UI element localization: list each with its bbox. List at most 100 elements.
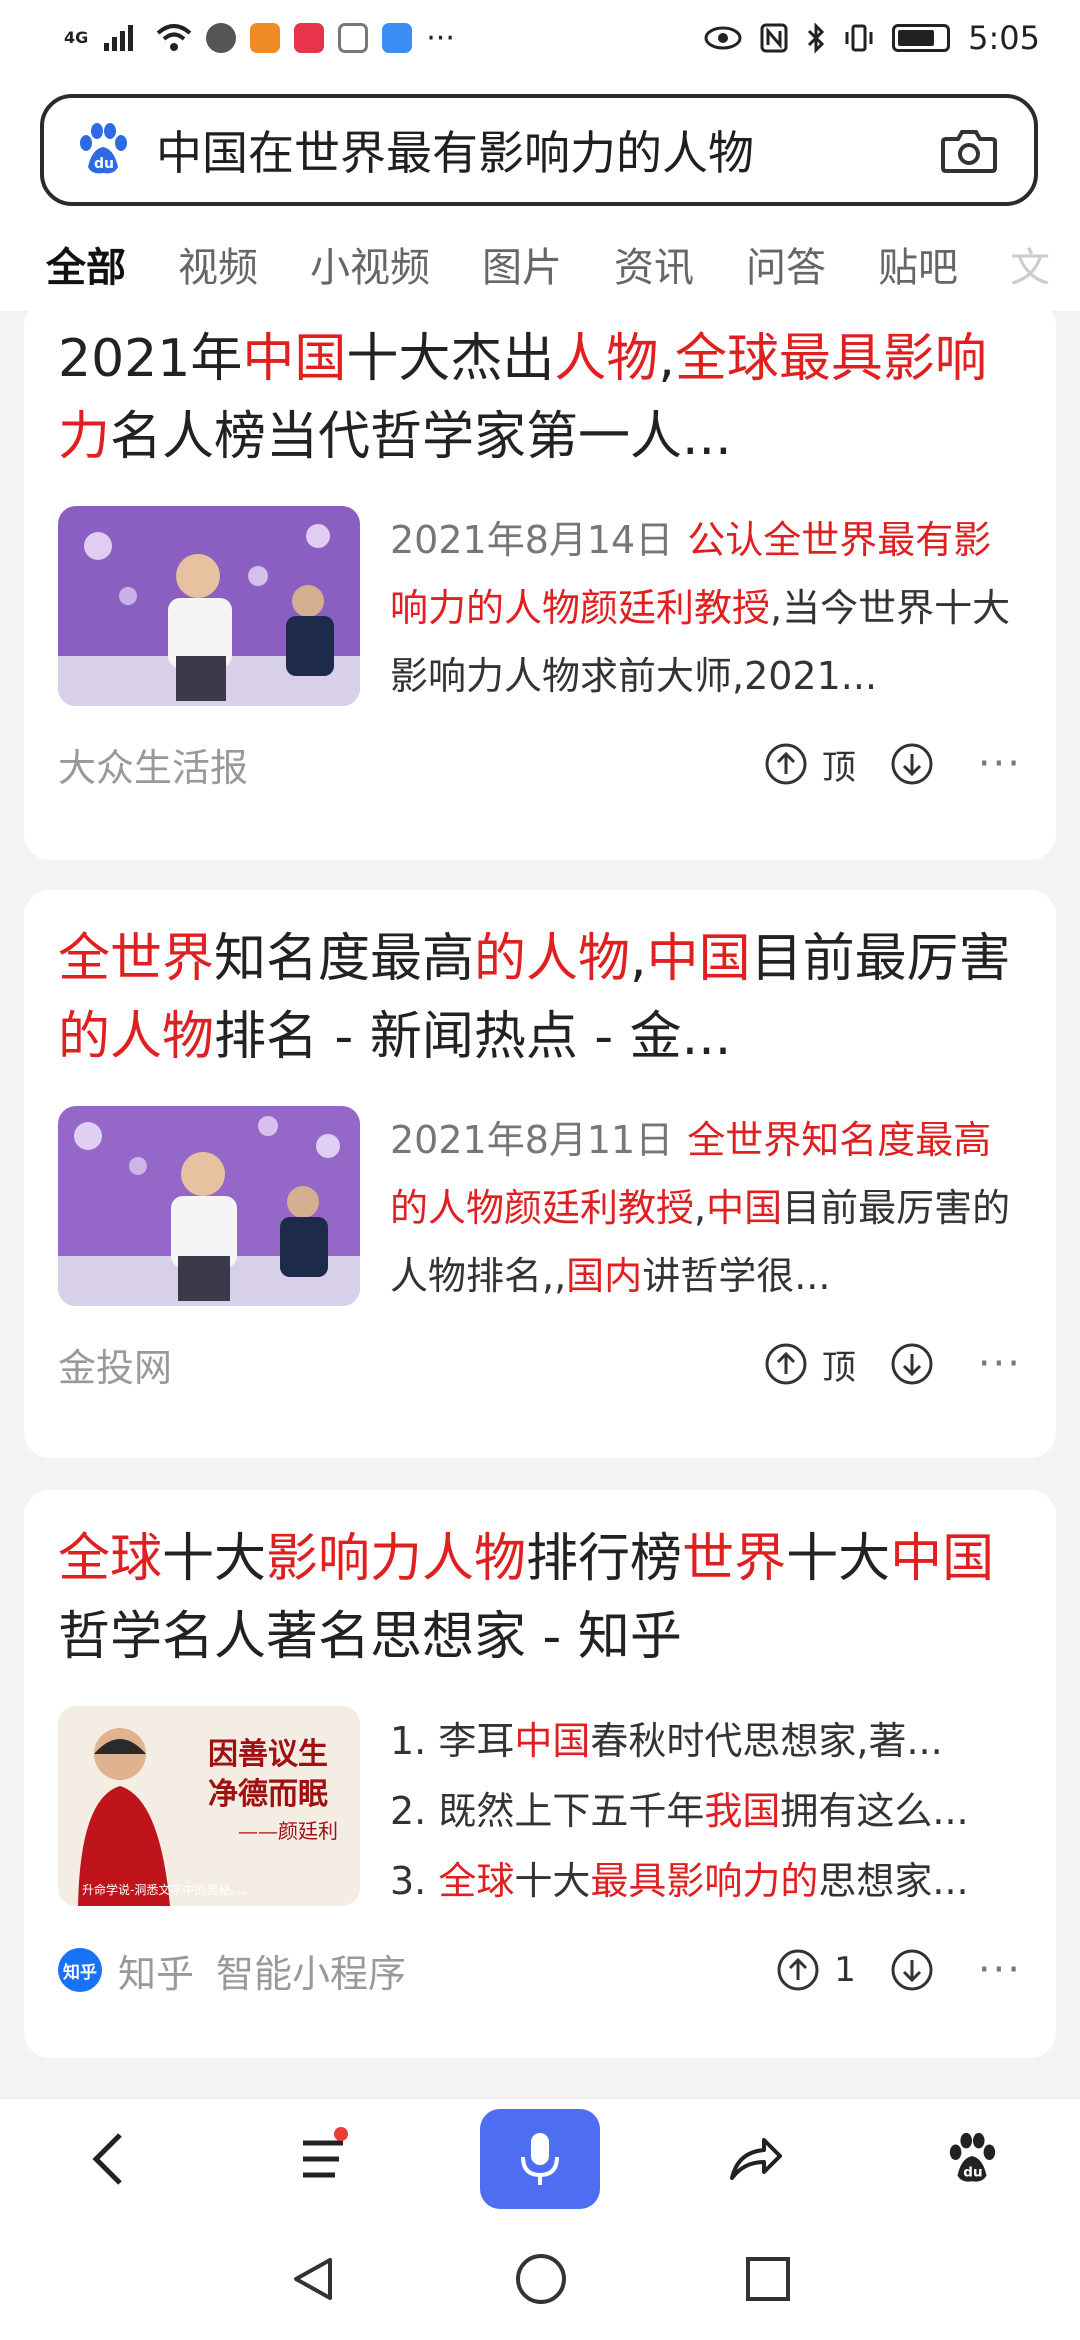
nfc-icon [760,23,788,53]
nav-home-icon[interactable] [514,2252,568,2306]
upvote-button[interactable]: 顶 [764,740,856,789]
downvote-icon[interactable] [890,1948,934,1992]
text-segment: 春秋时代思想家,著... [590,1719,943,1763]
voice-search-button[interactable] [480,2108,600,2209]
result-source[interactable]: 大众生活报 [58,737,248,792]
text-segment: 目前最厉害 [750,929,1011,989]
text-segment: 1. 李耳 [390,1719,515,1763]
svg-text:du: du [963,2164,982,2180]
search-tabs: 全部 视频 小视频 图片 资讯 问答 贴吧 文 [0,216,1080,315]
highlighted-keyword: 世界 [682,1529,787,1589]
upvote-button[interactable]: 1 [776,1948,856,1992]
text-segment: 排行榜 [526,1529,683,1589]
tab-wenku[interactable]: 文 [1010,235,1050,293]
result-thumbnail[interactable] [58,506,360,706]
nav-recents-icon[interactable] [744,2255,792,2303]
tab-short-video[interactable]: 小视频 [310,235,430,293]
upvote-button[interactable]: 顶 [764,1340,856,1389]
text-segment: 哲学名人著名思想家 - 知乎 [58,1607,682,1667]
text-segment: 思想家... [818,1859,969,1903]
highlighted-keyword: 中国 [242,329,347,389]
highlighted-keyword: 人物 [554,329,659,389]
tab-images[interactable]: 图片 [482,235,562,293]
app-icon-3 [294,23,325,53]
eye-icon [704,26,742,50]
status-bar: 4G ··· 5:05 [0,0,1080,76]
result-title[interactable]: 全世界知名度最高的人物,中国目前最厉害的人物排名 - 新闻热点 - 金... [58,890,1022,1076]
wifi-icon [156,24,192,51]
back-button[interactable] [48,2109,168,2209]
highlighted-keyword: 中国 [514,1719,591,1763]
notification-dot [334,2126,348,2141]
bottom-toolbar: du [0,2098,1080,2218]
result-snippet: 2021年8月14日 公认全世界最有影响力的人物颜廷利教授,当今世界十大影响力人物… [390,506,1022,710]
app-icon-4 [338,23,369,53]
downvote-icon[interactable] [890,1342,934,1386]
text-segment: 十大 [786,1529,891,1589]
text-segment: 3. [390,1859,439,1903]
text-segment: 排名 - 新闻热点 - 金... [214,1007,732,1067]
list-item: 1. 李耳中国春秋时代思想家,著... [390,1706,1022,1776]
camera-search-icon[interactable] [940,125,998,175]
result-date: 2021年8月14日 [390,518,674,562]
microphone-icon [521,2132,559,2185]
more-options-icon[interactable]: ··· [978,1341,1022,1387]
calligraphy-line-2: 净德而眠 [208,1777,328,1812]
tab-video[interactable]: 视频 [178,235,258,293]
result-card-3: 全球十大影响力人物排行榜世界十大中国哲学名人著名思想家 - 知乎 因善议生 净德… [24,1490,1056,2058]
baidu-home-button[interactable]: du [912,2109,1032,2209]
tab-news[interactable]: 资讯 [614,235,694,293]
search-input[interactable]: 中国在世界最有影响力的人物 [156,117,940,183]
search-box[interactable]: du 中国在世界最有影响力的人物 [40,94,1038,206]
tab-tieba[interactable]: 贴吧 [878,235,958,293]
text-segment: 十大 [162,1529,267,1589]
result-source[interactable]: 金投网 [58,1337,172,1392]
highlighted-keyword: 全世界 [58,929,215,989]
highlighted-keyword: 的人物 [58,1007,215,1067]
mini-program-label[interactable]: 智能小程序 [216,1943,406,1998]
highlighted-keyword: 全球 [58,1529,163,1589]
list-item: 3. 全球十大最具影响力的思想家... [390,1846,1022,1916]
highlighted-keyword: 中国 [706,1186,783,1230]
app-icon-1 [206,23,237,53]
list-item: 2. 既然上下五千年我国拥有这么... [390,1776,1022,1846]
more-options-icon[interactable]: ··· [978,1947,1022,1993]
system-nav-bar [0,2218,1080,2340]
result-thumbnail[interactable]: 因善议生 净德而眠 ——颜廷利 升命学说-洞悉文字中的奥秘。。。 [58,1706,360,1906]
share-button[interactable] [696,2109,816,2209]
text-segment: 拥有这么... [780,1789,969,1833]
tab-all[interactable]: 全部 [46,235,126,315]
svg-text:du: du [94,156,114,172]
menu-button[interactable] [264,2109,384,2209]
upvote-label: 顶 [821,1347,856,1388]
result-snippet: 2021年8月11日 全世界知名度最高的人物颜廷利教授,中国目前最厉害的人物排名,… [390,1106,1022,1310]
tab-qa[interactable]: 问答 [746,235,826,293]
arrow-up-circle-icon [765,1343,807,1385]
result-thumbnail[interactable] [58,1106,360,1306]
bluetooth-icon [808,22,825,54]
text-segment: , [658,329,675,389]
calligraphy-signature: ——颜廷利 [238,1819,338,1843]
highlighted-keyword: 影响力人物 [266,1529,527,1589]
text-segment: 2. 既然上下五千年 [390,1789,705,1833]
nav-back-icon[interactable] [288,2254,338,2304]
arrow-up-circle-icon [765,743,807,785]
highlighted-keyword: 我国 [704,1789,781,1833]
battery-icon [892,24,951,52]
calligraphy-line-1: 因善议生 [208,1737,328,1772]
upvote-count: 1 [834,1950,856,1990]
baidu-paw-icon: du [949,2132,996,2182]
baidu-paw-icon: du [80,123,127,174]
more-options-icon[interactable]: ··· [978,741,1022,787]
result-source[interactable]: 知乎 [118,1943,194,1998]
downvote-icon[interactable] [890,742,934,786]
text-segment: 知名度最高 [214,929,475,989]
arrow-up-circle-icon [777,1949,819,1991]
result-title[interactable]: 2021年中国十大杰出人物,全球最具影响力名人榜当代哲学家第一人... [58,300,1022,476]
highlighted-keyword: 国内 [566,1254,643,1298]
text-segment: , [630,929,647,989]
text-segment: 2021年 [58,329,243,389]
vibrate-icon [845,24,873,52]
text-segment: 讲哲学很... [642,1254,831,1298]
result-title[interactable]: 全球十大影响力人物排行榜世界十大中国哲学名人著名思想家 - 知乎 [58,1490,1022,1676]
